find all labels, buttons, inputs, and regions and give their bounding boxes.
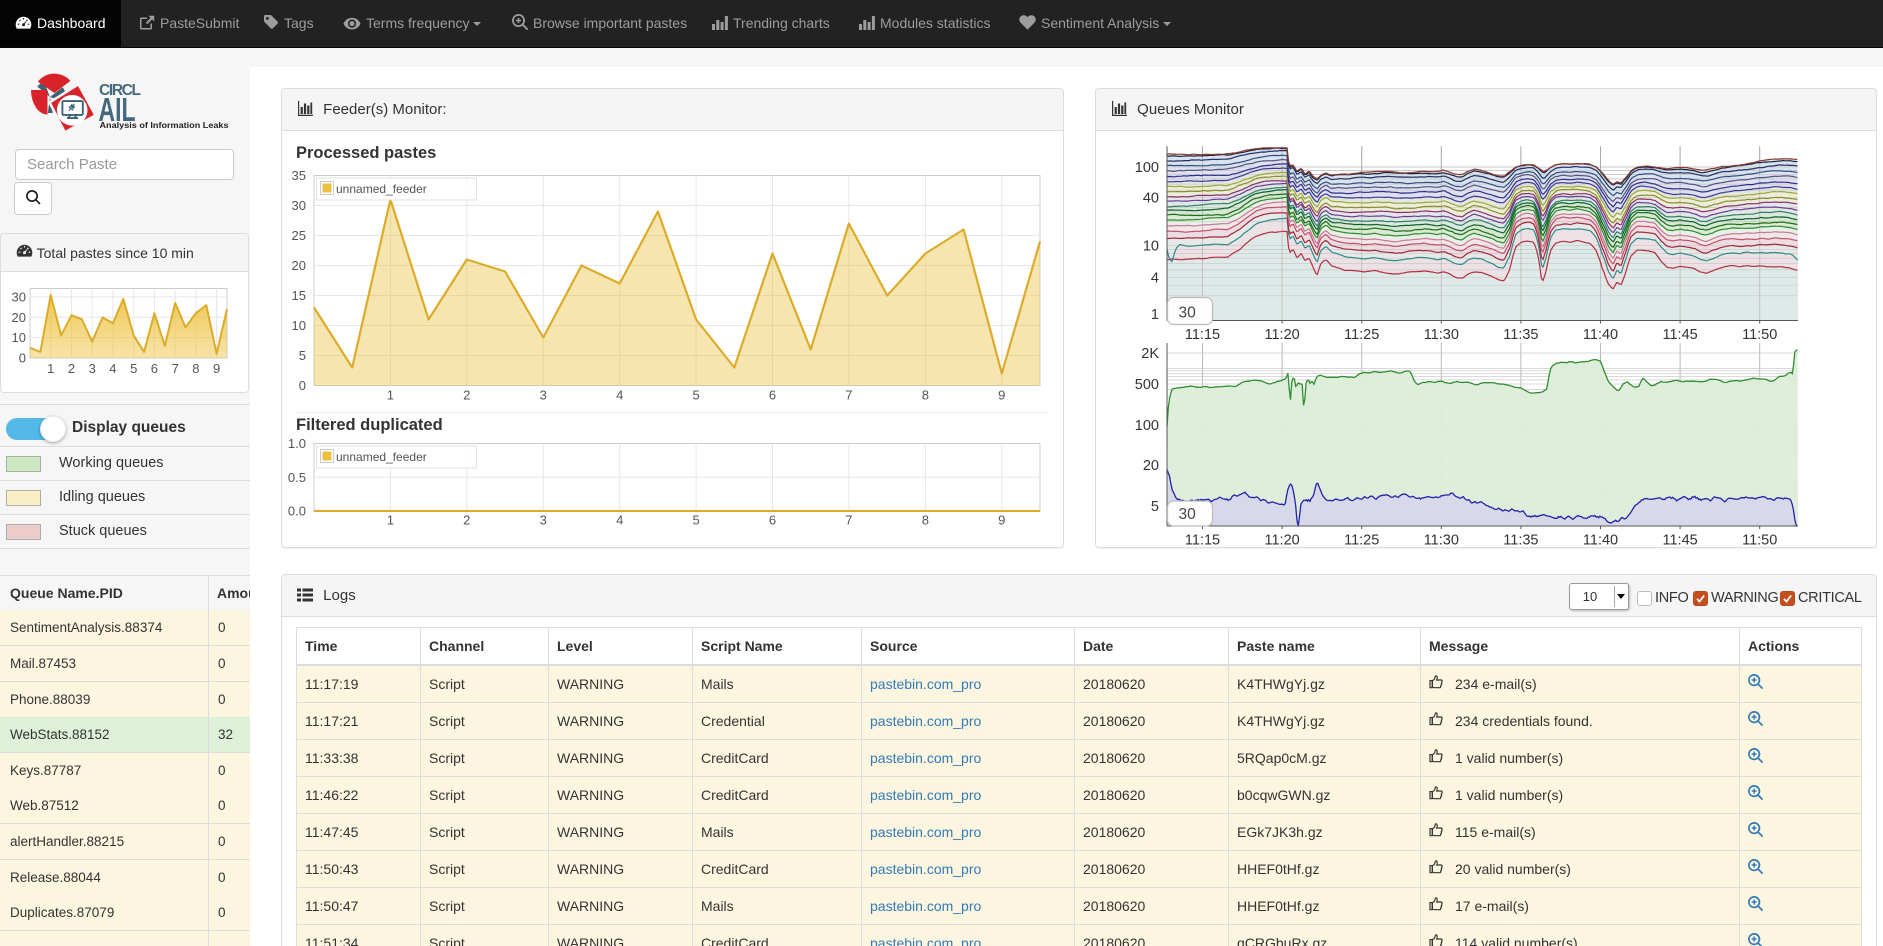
svg-text:6: 6 — [769, 513, 776, 528]
svg-text:11:35: 11:35 — [1503, 327, 1538, 343]
svg-text:30: 30 — [12, 289, 26, 304]
svg-text:6: 6 — [769, 388, 776, 403]
svg-text:6: 6 — [151, 361, 158, 376]
svg-text:5: 5 — [299, 348, 306, 363]
svg-text:2: 2 — [68, 361, 75, 376]
svg-text:8: 8 — [192, 361, 199, 376]
svg-text:500: 500 — [1135, 377, 1159, 393]
svg-text:20: 20 — [292, 258, 306, 273]
svg-text:11:45: 11:45 — [1662, 533, 1697, 548]
svg-text:11:25: 11:25 — [1344, 533, 1379, 548]
svg-text:11:40: 11:40 — [1583, 533, 1618, 548]
svg-text:10: 10 — [12, 330, 26, 345]
svg-text:4: 4 — [1151, 271, 1159, 287]
svg-text:7: 7 — [845, 513, 852, 528]
svg-text:1: 1 — [387, 513, 394, 528]
svg-text:10: 10 — [292, 318, 306, 333]
svg-text:unnamed_feeder: unnamed_feeder — [336, 182, 427, 196]
svg-text:9: 9 — [998, 513, 1005, 528]
svg-text:100: 100 — [1135, 160, 1159, 176]
svg-text:Analysis of Information Leaks: Analysis of Information Leaks — [100, 121, 230, 130]
svg-text:0.5: 0.5 — [288, 470, 306, 485]
svg-text:11:30: 11:30 — [1424, 327, 1459, 343]
svg-text:9: 9 — [213, 361, 220, 376]
svg-text:8: 8 — [922, 513, 929, 528]
svg-text:11:20: 11:20 — [1264, 533, 1299, 548]
svg-text:20: 20 — [12, 310, 26, 325]
svg-text:10: 10 — [1143, 239, 1159, 255]
svg-text:30: 30 — [1179, 506, 1197, 523]
svg-text:11:20: 11:20 — [1264, 327, 1299, 343]
svg-text:2: 2 — [463, 388, 470, 403]
svg-text:5: 5 — [1151, 499, 1159, 515]
svg-text:3: 3 — [540, 513, 547, 528]
svg-text:11:15: 11:15 — [1185, 327, 1220, 343]
svg-text:0: 0 — [299, 378, 306, 393]
svg-text:1: 1 — [47, 361, 54, 376]
svg-text:4: 4 — [616, 388, 623, 403]
svg-text:2: 2 — [463, 513, 470, 528]
svg-text:11:50: 11:50 — [1742, 327, 1777, 343]
svg-text:25: 25 — [292, 228, 306, 243]
svg-text:11:50: 11:50 — [1742, 533, 1777, 548]
svg-text:11:45: 11:45 — [1662, 327, 1697, 343]
svg-text:1: 1 — [387, 388, 394, 403]
svg-text:11:15: 11:15 — [1185, 533, 1220, 548]
svg-text:1.0: 1.0 — [288, 436, 306, 451]
svg-text:11:40: 11:40 — [1583, 327, 1618, 343]
svg-text:0.0: 0.0 — [288, 504, 306, 519]
svg-text:35: 35 — [292, 168, 306, 183]
svg-text:11:25: 11:25 — [1344, 327, 1379, 343]
svg-text:11:30: 11:30 — [1424, 533, 1459, 548]
svg-text:unnamed_feeder: unnamed_feeder — [336, 450, 427, 464]
svg-text:5: 5 — [130, 361, 137, 376]
svg-text:20: 20 — [1143, 458, 1159, 474]
svg-text:3: 3 — [540, 388, 547, 403]
svg-text:7: 7 — [845, 388, 852, 403]
svg-text:5: 5 — [692, 513, 699, 528]
svg-text:100: 100 — [1135, 418, 1159, 434]
svg-text:4: 4 — [109, 361, 116, 376]
svg-text:7: 7 — [172, 361, 179, 376]
svg-text:4: 4 — [616, 513, 623, 528]
svg-text:9: 9 — [998, 388, 1005, 403]
svg-text:3: 3 — [89, 361, 96, 376]
svg-text:5: 5 — [692, 388, 699, 403]
svg-text:40: 40 — [1143, 191, 1159, 207]
svg-text:30: 30 — [292, 198, 306, 213]
svg-text:8: 8 — [922, 388, 929, 403]
svg-text:1: 1 — [1151, 307, 1159, 323]
svg-text:2K: 2K — [1141, 346, 1159, 362]
svg-text:0: 0 — [19, 351, 26, 366]
svg-text:11:35: 11:35 — [1503, 533, 1538, 548]
svg-text:30: 30 — [1179, 305, 1197, 322]
svg-text:15: 15 — [292, 288, 306, 303]
